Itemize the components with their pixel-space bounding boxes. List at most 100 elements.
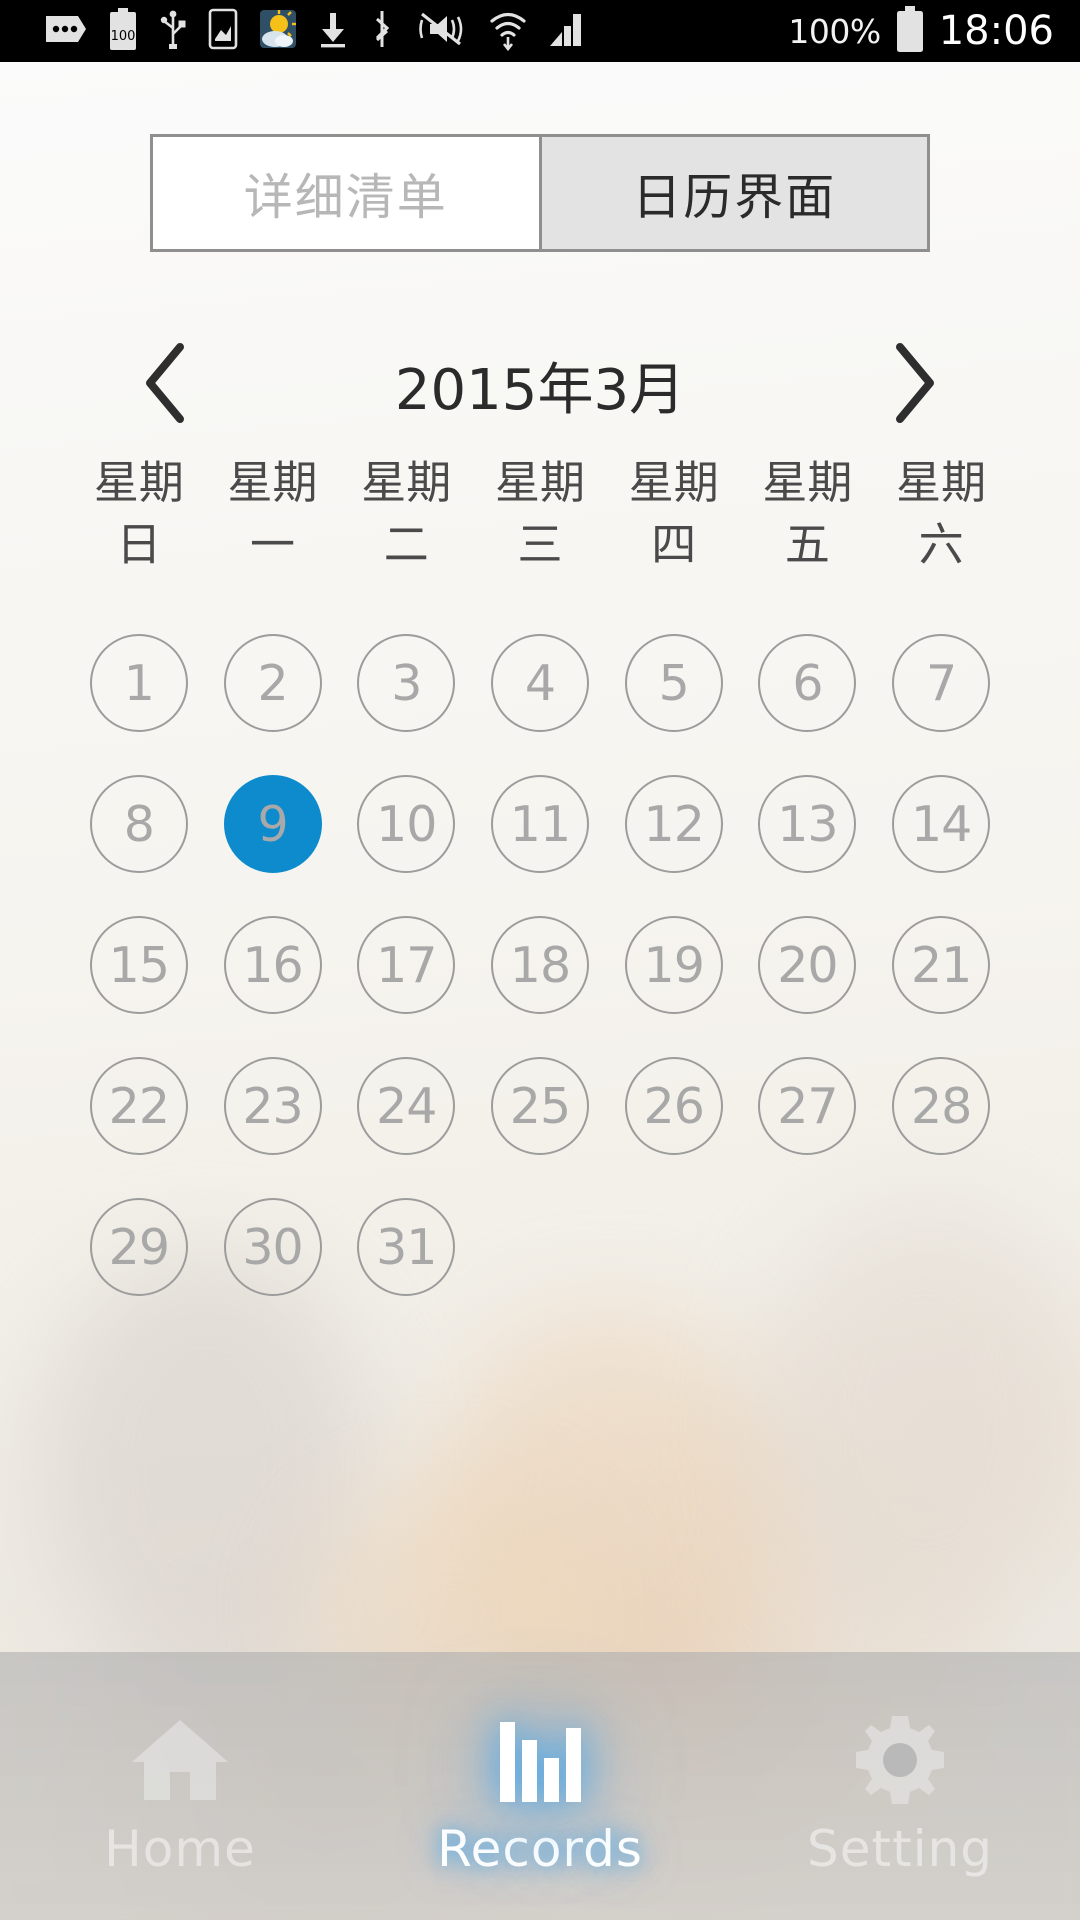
battery-saver-100-icon: 100	[108, 8, 138, 54]
calendar-day[interactable]: 12	[624, 775, 723, 873]
weekday-header-5: 星期五	[741, 452, 875, 576]
calendar-day[interactable]: 31	[357, 1198, 456, 1296]
calendar-day[interactable]: 1	[89, 634, 188, 732]
wifi-icon	[488, 7, 528, 55]
calendar-day[interactable]: 11	[490, 775, 589, 873]
gear-icon	[852, 1708, 948, 1812]
calendar-day[interactable]: 24	[357, 1057, 456, 1155]
calendar-cell[interactable]: 25	[473, 1057, 607, 1198]
weekday-header-suffix: 三	[517, 518, 563, 571]
calendar-cell[interactable]: 3	[339, 634, 473, 775]
weather-icon	[258, 8, 298, 54]
calendar-cell[interactable]: 29	[72, 1198, 206, 1339]
calendar-cell[interactable]: 2	[206, 634, 340, 775]
calendar-cell[interactable]: 9	[206, 775, 340, 916]
weekday-header-suffix: 二	[383, 518, 429, 571]
messages-icon	[44, 12, 88, 50]
calendar-day[interactable]: 27	[758, 1057, 857, 1155]
bar-chart-icon	[498, 1708, 582, 1812]
calendar-day[interactable]: 4	[490, 634, 589, 732]
calendar-cell[interactable]: 6	[741, 634, 875, 775]
calendar-cell[interactable]: 21	[874, 916, 1008, 1057]
calendar-day[interactable]: 22	[89, 1057, 188, 1155]
calendar-cell[interactable]: 19	[607, 916, 741, 1057]
calendar-cell[interactable]: 28	[874, 1057, 1008, 1198]
calendar-day[interactable]: 13	[758, 775, 857, 873]
calendar-day[interactable]: 15	[89, 916, 188, 1014]
weekday-header-prefix: 星期	[896, 456, 987, 509]
calendar-cell[interactable]: 22	[72, 1057, 206, 1198]
calendar-day-selected[interactable]: 9	[223, 775, 322, 873]
calendar-cell[interactable]: 31	[339, 1198, 473, 1339]
calendar-day[interactable]: 6	[758, 634, 857, 732]
weekday-header-0: 星期日	[72, 452, 206, 576]
calendar-day[interactable]: 5	[624, 634, 723, 732]
tab-detail-list[interactable]: 详细清单	[153, 137, 542, 249]
calendar-cell[interactable]: 15	[72, 916, 206, 1057]
calendar-day[interactable]: 23	[223, 1057, 322, 1155]
nav-item-home-label: Home	[104, 1820, 256, 1878]
calendar-day[interactable]: 16	[223, 916, 322, 1014]
month-navigation: 2015年3月	[0, 330, 1080, 440]
calendar-cell[interactable]: 4	[473, 634, 607, 775]
nav-item-records[interactable]: Records	[360, 1652, 720, 1920]
calendar-cell[interactable]: 26	[607, 1057, 741, 1198]
clock-label: 18:06	[938, 8, 1054, 54]
weekday-header-suffix: 四	[651, 518, 697, 571]
calendar-day[interactable]: 26	[624, 1057, 723, 1155]
calendar-cell[interactable]: 8	[72, 775, 206, 916]
calendar-cell[interactable]: 27	[741, 1057, 875, 1198]
weekday-header-1: 星期一	[206, 452, 340, 576]
calendar-cell[interactable]: 7	[874, 634, 1008, 775]
calendar-day[interactable]: 17	[357, 916, 456, 1014]
calendar-cell[interactable]: 17	[339, 916, 473, 1057]
calendar-cell[interactable]: 13	[741, 775, 875, 916]
calendar-cell[interactable]: 11	[473, 775, 607, 916]
calendar-day[interactable]: 3	[357, 634, 456, 732]
calendar-cell[interactable]: 5	[607, 634, 741, 775]
usb-icon	[158, 8, 188, 54]
calendar-day[interactable]: 18	[490, 916, 589, 1014]
cellular-signal-icon	[548, 8, 584, 54]
weekday-header-suffix: 日	[116, 518, 162, 571]
status-bar-icons: 100	[44, 7, 584, 55]
weekday-header-prefix: 星期	[93, 456, 184, 509]
calendar-day[interactable]: 28	[892, 1057, 991, 1155]
calendar-cell[interactable]: 14	[874, 775, 1008, 916]
nav-item-setting[interactable]: Setting	[720, 1652, 1080, 1920]
calendar-day[interactable]: 21	[892, 916, 991, 1014]
view-mode-tabbar: 详细清单 日历界面	[150, 134, 930, 252]
calendar-day[interactable]: 25	[490, 1057, 589, 1155]
tab-calendar-view[interactable]: 日历界面	[541, 137, 927, 249]
weekday-header-2: 星期二	[339, 452, 473, 576]
calendar-day[interactable]: 14	[892, 775, 991, 873]
calendar-cell[interactable]: 23	[206, 1057, 340, 1198]
weekday-header-prefix: 星期	[227, 456, 318, 509]
calendar-day[interactable]: 29	[89, 1198, 188, 1296]
status-bar-right: 100% 18:06	[788, 6, 1054, 56]
calendar-cell[interactable]: 20	[741, 916, 875, 1057]
calendar-day[interactable]: 20	[758, 916, 857, 1014]
home-icon	[128, 1708, 232, 1812]
calendar-cell[interactable]: 12	[607, 775, 741, 916]
calendar-day[interactable]: 8	[89, 775, 188, 873]
weekday-header-prefix: 星期	[361, 456, 452, 509]
calendar-day[interactable]: 7	[892, 634, 991, 732]
calendar-day[interactable]: 30	[223, 1198, 322, 1296]
calendar-cell[interactable]: 24	[339, 1057, 473, 1198]
download-icon	[318, 8, 348, 54]
weekday-header-prefix: 星期	[628, 456, 719, 509]
weekday-header-suffix: 五	[784, 518, 830, 571]
nav-item-home[interactable]: Home	[0, 1652, 360, 1920]
month-label: 2015年3月	[394, 357, 686, 423]
calendar-cell[interactable]: 18	[473, 916, 607, 1057]
calendar-cell[interactable]: 16	[206, 916, 340, 1057]
weekday-header-row: 星期日星期一星期二星期三星期四星期五星期六	[72, 452, 1008, 576]
mute-vibrate-icon	[416, 8, 468, 54]
calendar-cell[interactable]: 10	[339, 775, 473, 916]
calendar-day[interactable]: 10	[357, 775, 456, 873]
calendar-day[interactable]: 2	[223, 634, 322, 732]
calendar-cell[interactable]: 30	[206, 1198, 340, 1339]
calendar-cell[interactable]: 1	[72, 634, 206, 775]
calendar-day[interactable]: 19	[624, 916, 723, 1014]
